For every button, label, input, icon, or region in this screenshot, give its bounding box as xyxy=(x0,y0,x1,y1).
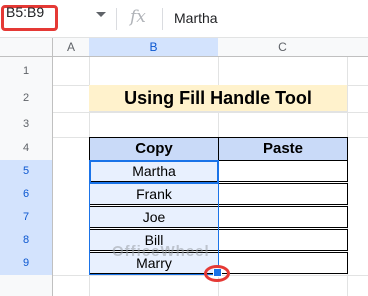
copy-header-cell[interactable]: Copy xyxy=(89,137,219,161)
copy-cell[interactable]: Joe xyxy=(89,206,219,228)
copy-cell[interactable]: Martha xyxy=(89,160,219,182)
copy-cell[interactable]: Frank xyxy=(89,183,219,205)
paste-header-cell[interactable]: Paste xyxy=(218,137,348,161)
fill-handle[interactable] xyxy=(213,268,222,277)
row-header-10[interactable] xyxy=(0,275,53,296)
row-header-9[interactable]: 9 xyxy=(0,252,53,276)
row-header-3[interactable]: 3 xyxy=(0,112,53,138)
row-header-7[interactable]: 7 xyxy=(0,206,53,230)
gridline xyxy=(53,112,368,113)
chevron-down-icon[interactable] xyxy=(96,12,106,17)
row-header-1[interactable]: 1 xyxy=(0,57,53,86)
row-header-6[interactable]: 6 xyxy=(0,183,53,207)
divider xyxy=(162,8,163,30)
column-header-c[interactable]: C xyxy=(218,38,348,57)
row-header-2[interactable]: 2 xyxy=(0,85,53,113)
paste-cell[interactable] xyxy=(218,252,348,274)
divider xyxy=(116,8,117,30)
row-header-4[interactable]: 4 xyxy=(0,137,53,161)
name-box-value: B5:B9 xyxy=(6,4,45,20)
paste-cell[interactable] xyxy=(218,183,348,205)
paste-cell[interactable] xyxy=(218,229,348,251)
gridline xyxy=(53,275,368,276)
function-icon: fx xyxy=(130,7,146,27)
title-cell[interactable]: Using Fill Handle Tool xyxy=(89,85,347,112)
select-all-corner[interactable] xyxy=(0,38,53,57)
column-header-d[interactable] xyxy=(347,38,368,57)
formula-input[interactable]: Martha xyxy=(174,10,218,26)
column-header-a[interactable]: A xyxy=(53,38,90,57)
row-header-8[interactable]: 8 xyxy=(0,229,53,253)
column-header-b[interactable]: B xyxy=(89,38,219,57)
row-header-5[interactable]: 5 xyxy=(0,160,53,184)
watermark: OfficeWheel xyxy=(112,243,210,260)
paste-cell[interactable] xyxy=(218,160,348,182)
paste-cell[interactable] xyxy=(218,206,348,228)
